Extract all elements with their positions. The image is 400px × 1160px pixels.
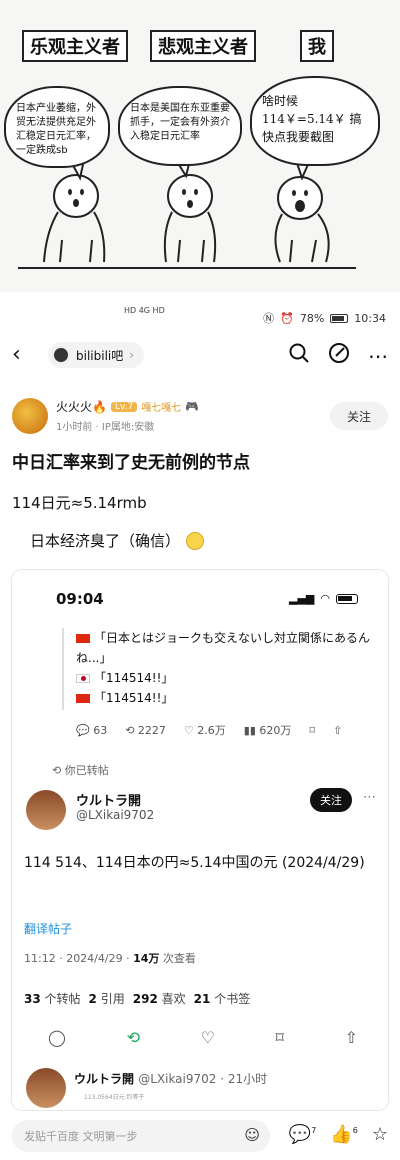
tweet-body: 114 514、114日本の円≈5.14中国の元 (2024/4/29) (24, 855, 365, 871)
nav-bar: ‹ bilibili吧 › ⋯ (0, 338, 400, 372)
battery-percent: 78% (299, 311, 325, 325)
post-title: 中日汇率来到了史无前例的节点 (12, 453, 250, 473)
comic-bubble-pessimist: 日本是美国在东亚重要抓手，一定会有外资介入稳定日元汇率 (118, 86, 242, 166)
post-text-line1: 114日元≈5.14rmb (12, 494, 147, 512)
clock: 10:34 (354, 311, 386, 325)
post-text-line2: 日本经济臭了（确信） (30, 530, 205, 551)
share-icon: ⇧ (333, 723, 343, 737)
nfc-icon: Ⓝ (263, 312, 275, 325)
post-meta: 1小时前 · IP属地:安徽 (56, 422, 155, 433)
avatar (26, 1068, 66, 1108)
more-icon[interactable]: ⋯ (368, 344, 388, 368)
japan-flag-icon (76, 674, 90, 683)
bookmark-icon: ⌑ (309, 723, 316, 737)
search-icon[interactable] (288, 342, 310, 369)
battery-icon (330, 313, 349, 323)
embed-status-icons: ▂▄▆ ◠ (289, 592, 358, 605)
chevron-right-icon: › (129, 348, 135, 362)
emoji-icon[interactable]: ☺ (244, 1126, 260, 1144)
thumb-up-icon: 👍 (330, 1124, 353, 1145)
like-stat: ♡ 2.6万 (183, 724, 226, 737)
comic-label-me: 我 (300, 30, 334, 62)
post-text-line2-content: 日本经济臭了（确信） (30, 532, 181, 550)
comment-icon: 💬 (288, 1124, 312, 1145)
tweet-actions: ◯ ⟲ ♡ ⌑ ⇧ (48, 1028, 358, 1047)
edit-icon[interactable] (328, 342, 350, 369)
translate-link: 翻译帖子 (24, 922, 73, 936)
quoted-tweet: 「日本とはジョークも交えないし対立関係にあるんね...」 「114514!!」 … (62, 628, 372, 710)
comic-image: 乐观主义者 悲观主义者 我 日本产业萎缩，外贸无法提供充足外汇稳定日元汇率，一定… (0, 0, 400, 292)
tweet-meta: 11:12 · 2024/4/29 · 14万 次查看 (24, 952, 196, 965)
embed-clock: 09:04 (56, 590, 104, 608)
reply-icon: ◯ (48, 1028, 66, 1047)
tweet-author-name: ウルトラ開 (76, 794, 142, 809)
comic-bubble-optimist: 日本产业萎缩，外贸无法提供充足外汇稳定日元汇率，一定跌成sb (4, 86, 110, 168)
alarm-icon: ⏰ (280, 311, 294, 325)
forum-avatar (52, 346, 70, 364)
share-icon: ⇧ (344, 1028, 358, 1047)
battery-icon (336, 593, 358, 604)
quoted-tweet-stats: 💬 63 ⟲ 2227 ♡ 2.6万 ▮▮ 620万 ⌑ ⇧ (76, 722, 376, 738)
forum-link[interactable]: bilibili吧 › (48, 342, 145, 368)
heart-icon: ♡ (200, 1028, 215, 1047)
like-button[interactable]: 👍6 (330, 1124, 358, 1145)
china-flag-icon (76, 694, 90, 703)
embedded-screenshot[interactable]: 09:04 ▂▄▆ ◠ 「日本とはジョークも交えないし対立関係にあるんね...」… (12, 570, 388, 1110)
tweet-counts: 33 个转帖 2 引用 292 喜欢 21 个书签 (24, 992, 251, 1006)
smile-emoji-icon (186, 531, 205, 550)
forum-name: bilibili吧 (76, 348, 124, 363)
level-badge: Lv.7 (110, 401, 138, 412)
quote-line-3: 「114514!!」 (94, 691, 174, 705)
more-icon: ⋯ (363, 790, 376, 805)
signal-icon: ▂▄▆ (289, 592, 315, 605)
comment-placeholder: 发贴千百度 文明第一步 (24, 1130, 138, 1143)
views-stat: ▮▮ 620万 (243, 724, 292, 737)
comic-label-pessimist: 悲观主义者 (150, 30, 256, 62)
quote-line-1: 「日本とはジョークも交えないし対立関係にあるんね...」 (76, 631, 371, 665)
bottom-bar: 发贴千百度 文明第一步 ☺ 💬7 👍6 ☆ (0, 1114, 400, 1160)
tweet-author-handle: @LXikai9702 (76, 808, 155, 822)
medal-badge: 嘎七嘎七 (141, 403, 182, 414)
back-icon[interactable]: ‹ (12, 342, 21, 367)
reply-stat: 💬 63 (76, 723, 108, 737)
avatar (26, 790, 66, 830)
follow-button[interactable]: 关注 (330, 402, 388, 430)
username[interactable]: 火火火🔥 (56, 398, 107, 415)
game-controller-icon: 🎮 (185, 400, 199, 413)
status-bar: HD 4G HD Ⓝ ⏰ 78% 10:34 (0, 306, 400, 328)
bookmark-icon: ⌑ (275, 1028, 284, 1047)
china-flag-icon (76, 634, 90, 643)
star-icon[interactable]: ☆ (372, 1124, 388, 1145)
reply-preview: 113.0564日元 约等于 (84, 1094, 145, 1101)
quote-line-2: 「114514!!」 (94, 671, 174, 685)
retweet-stat: ⟲ 2227 (125, 723, 166, 737)
comment-input[interactable]: 发贴千百度 文明第一步 ☺ (12, 1120, 270, 1152)
like-count: 6 (352, 1126, 358, 1135)
comic-bubble-me: 啥时候 114￥=5.14￥ 搞快点我要截图 (250, 76, 380, 166)
comment-count: 7 (311, 1126, 317, 1135)
retweet-icon: ⟲ (126, 1028, 140, 1047)
repost-note: ⟲ 你已转帖 (52, 764, 109, 777)
signal-indicators: HD 4G HD (124, 306, 165, 315)
tweet-follow-button: 关注 (310, 788, 352, 812)
comic-label-optimist: 乐观主义者 (22, 30, 128, 62)
post-author: 火火火🔥 Lv.7 嘎七嘎七 🎮 1小时前 · IP属地:安徽 关注 (12, 396, 388, 440)
wifi-icon: ◠ (320, 592, 330, 605)
reply-author: ウルトラ開 @LXikai9702 · 21小时 (74, 1072, 268, 1086)
comment-button[interactable]: 💬7 (289, 1124, 317, 1145)
avatar[interactable] (12, 398, 48, 434)
